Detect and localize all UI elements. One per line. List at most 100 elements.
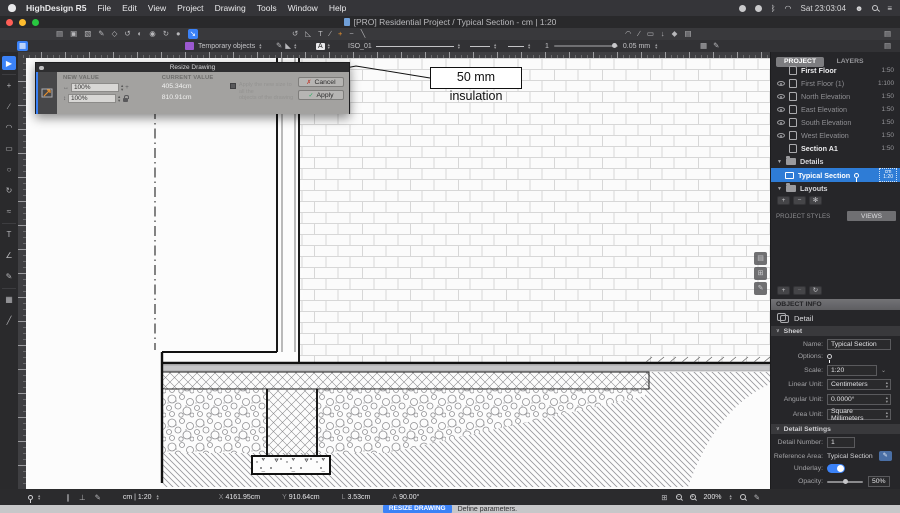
panel-toggle-icon[interactable]: ▤ [884, 28, 891, 40]
name-input[interactable] [827, 339, 891, 350]
area-unit-select[interactable]: Square Millimeters [827, 409, 891, 420]
menu-edit[interactable]: Edit [122, 3, 137, 13]
circle-tool[interactable]: ○ [2, 162, 16, 176]
pen-snap-icon[interactable]: ✎ [95, 493, 101, 502]
linear-unit-select[interactable]: Centimeters [827, 379, 891, 390]
line-mode-icon[interactable]: ∕ [330, 28, 331, 40]
cancel-button[interactable]: ✗ Cancel [298, 77, 344, 87]
views-icon[interactable]: ▣ [70, 28, 77, 40]
arc-tool[interactable]: ◠ [2, 120, 16, 134]
dimension-tool[interactable]: ∠ [2, 248, 16, 262]
control-center-icon[interactable]: ≡ [887, 4, 892, 13]
insulation-annotation-label[interactable]: 50 mm insulation [430, 67, 522, 89]
dash-icon[interactable]: − [349, 28, 353, 40]
eye-icon[interactable] [777, 107, 785, 112]
scale-input[interactable] [827, 365, 877, 376]
lineweight-stepper[interactable] [655, 43, 657, 50]
bluetooth-icon[interactable]: ᛒ [771, 4, 776, 13]
download-icon[interactable]: ↓ [661, 28, 665, 40]
options-icon[interactable]: ▤ [684, 28, 691, 40]
color-stepper[interactable] [328, 43, 330, 50]
status-item-icon[interactable] [739, 5, 746, 12]
text-tool[interactable]: T [2, 227, 16, 241]
menu-file[interactable]: File [97, 3, 111, 13]
zoom-stepper[interactable] [729, 494, 731, 501]
opacity-input[interactable] [868, 476, 890, 487]
opacity-slider[interactable] [827, 481, 863, 483]
annotation-tool[interactable]: ✎ [2, 269, 16, 283]
layouts-group-row[interactable]: ▼ Layouts [771, 182, 900, 195]
curve-tool[interactable]: ≈ [2, 204, 16, 218]
view-row-west-elevation[interactable]: West Elevation 1:50 [771, 129, 900, 142]
apply-to-objects-checkbox[interactable] [230, 83, 236, 89]
mirror-icon[interactable]: ◺ [305, 28, 311, 40]
drawing-canvas[interactable]: 50 mm insulation ▤ ⊞ ✎ [26, 58, 770, 489]
linework-tool[interactable]: ╱ [2, 313, 16, 327]
edit-reference-area-icon[interactable]: ✎ [879, 451, 892, 461]
eye-icon[interactable] [777, 81, 785, 86]
wifi-icon[interactable]: ◠ [785, 4, 792, 13]
layers-icon[interactable]: ▧ [84, 28, 91, 40]
hatch-tool[interactable]: ▦ [2, 292, 16, 306]
zoom-out-icon[interactable]: − [676, 494, 682, 500]
panel-toggle-icon[interactable]: ▤ [884, 40, 891, 52]
remove-view-button[interactable]: − [793, 196, 806, 205]
layer-color-swatch[interactable] [185, 42, 194, 50]
menu-project[interactable]: Project [177, 3, 203, 13]
proportional-plus-icon[interactable]: + [125, 85, 129, 91]
view-row-first-floor[interactable]: First Floor 1:50 [771, 64, 900, 77]
clipboard-active-icon[interactable]: ▦ [17, 41, 28, 51]
endcap-stepper[interactable] [528, 43, 530, 50]
dialog-title-bar[interactable]: Resize Drawing [36, 63, 349, 72]
refresh-button[interactable]: ↻ [809, 286, 822, 295]
underlay-toggle[interactable] [827, 464, 845, 473]
rectangle-tool[interactable]: ▭ [2, 141, 16, 155]
side-tab-icon-2[interactable]: ⊞ [754, 267, 767, 280]
linetype-select[interactable]: ISO_01 [348, 43, 372, 50]
arc-icon[interactable]: ◠ [625, 28, 632, 40]
lock-ratio-icon[interactable] [123, 98, 128, 102]
fit-view-icon[interactable]: ⊞ [661, 493, 667, 502]
view-row-east-elevation[interactable]: East Elevation 1:50 [771, 103, 900, 116]
zoom-in-icon[interactable]: + [690, 494, 696, 500]
preview-icon[interactable]: ◉ [149, 28, 156, 40]
view-row-south-elevation[interactable]: South Elevation 1:50 [771, 116, 900, 129]
display-icon[interactable]: ◐ [138, 28, 143, 40]
point-tool[interactable]: + [2, 78, 16, 92]
remove-button[interactable]: − [793, 286, 806, 295]
detail-settings-header[interactable]: ∨Detail Settings [771, 424, 900, 434]
details-group-row[interactable]: ▼ Details [771, 155, 900, 168]
eye-icon[interactable] [777, 94, 785, 99]
pen-tool-icon[interactable]: ✎ [276, 40, 282, 52]
rect-icon[interactable]: ▭ [647, 28, 654, 40]
height-input[interactable] [68, 94, 116, 103]
view-row-typical-section-active[interactable]: Typical Section cm1:20 [771, 168, 900, 182]
views-button[interactable]: VIEWS [847, 211, 896, 221]
menu-tools[interactable]: Tools [257, 3, 277, 13]
disclosure-triangle-icon[interactable]: ▼ [777, 186, 782, 192]
status-item-icon[interactable] [755, 5, 762, 12]
height-stepper[interactable] [118, 95, 120, 102]
apply-button[interactable]: ✓ Apply [298, 90, 344, 100]
view-settings-button[interactable]: ✻ [809, 196, 822, 205]
text-mode-icon[interactable]: T [318, 28, 323, 40]
menu-window[interactable]: Window [288, 3, 318, 13]
app-menu[interactable]: HighDesign R5 [26, 3, 86, 13]
options-pin-icon[interactable] [827, 354, 832, 359]
menu-help[interactable]: Help [329, 3, 346, 13]
linetype-stepper[interactable] [458, 43, 460, 50]
pin-icon[interactable] [854, 173, 859, 178]
side-tab-icon-1[interactable]: ▤ [754, 252, 767, 265]
view-row-north-elevation[interactable]: North Elevation 1:50 [771, 90, 900, 103]
rotate-icon[interactable]: ↺ [292, 28, 298, 40]
sheets-icon[interactable]: ▤ [56, 28, 63, 40]
side-tab-icon-3[interactable]: ✎ [754, 282, 767, 295]
angular-unit-select[interactable]: 0.0000° [827, 394, 891, 405]
record-icon[interactable]: ● [176, 28, 181, 40]
styles-icon[interactable]: ◇ [112, 28, 118, 40]
width-input[interactable] [71, 83, 119, 92]
view-row-first-floor-1[interactable]: First Floor (1) 1:100 [771, 77, 900, 90]
width-stepper[interactable] [121, 84, 123, 91]
edit-icon[interactable]: ✎ [98, 28, 104, 40]
layer-select[interactable]: Temporary objects [198, 43, 255, 50]
